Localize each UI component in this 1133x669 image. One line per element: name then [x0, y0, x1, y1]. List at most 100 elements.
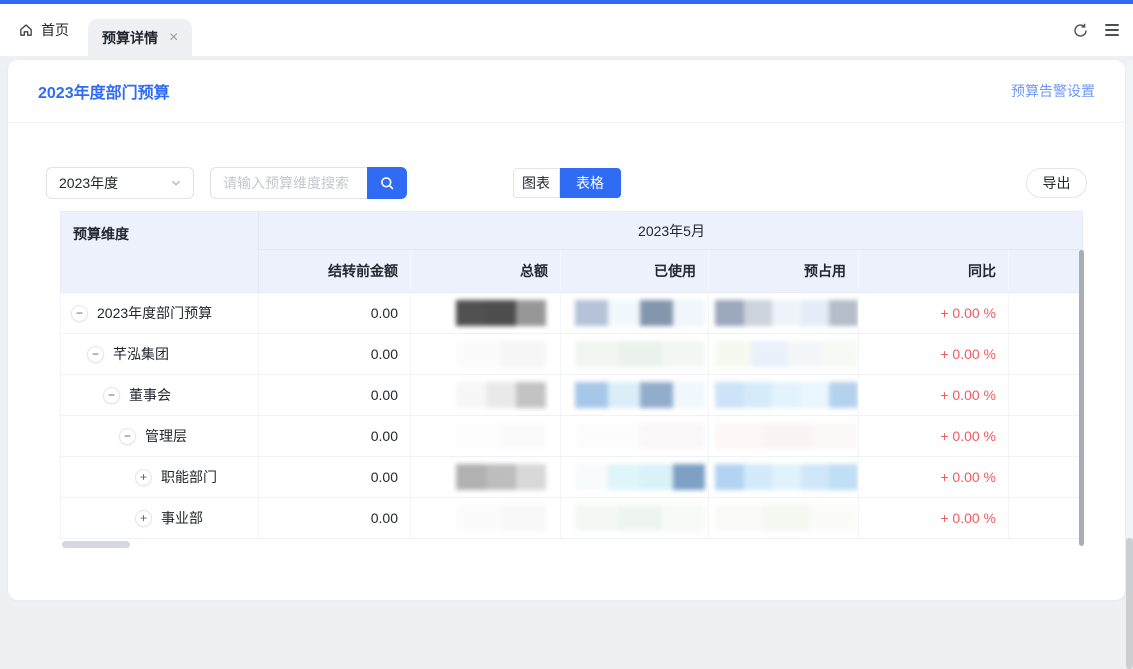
redacted-value [575, 464, 705, 490]
collapse-toggle-icon[interactable]: − [119, 428, 136, 445]
dimension-cell: + 职能部门 [61, 457, 259, 497]
carryover-amount: 0.00 [259, 498, 411, 538]
yoy-value: + 0.00 % [859, 293, 1009, 333]
empty-cell [1009, 416, 1084, 456]
table-row: −管理层0.00+ 0.00 % [61, 416, 1082, 457]
redacted-cell [411, 416, 561, 456]
row-label: 董事会 [129, 385, 171, 405]
redacted-cell [411, 375, 561, 415]
table-header: 预算维度 2023年5月 结转前金额 总额 已使用 预占用 同比 [60, 211, 1083, 293]
redacted-value [575, 382, 705, 408]
redacted-value [715, 464, 858, 490]
redacted-value [456, 382, 546, 408]
close-icon[interactable]: × [169, 30, 178, 46]
redacted-value [575, 505, 705, 531]
column-header-extra [1009, 250, 1084, 292]
column-group-header-month: 2023年5月 [259, 212, 1084, 250]
column-header-dimension: 预算维度 [61, 212, 259, 292]
collapse-toggle-icon[interactable]: − [71, 305, 88, 322]
year-select-value: 2023年度 [59, 173, 118, 193]
filter-toolbar: 2023年度 图表 表格 导出 [46, 167, 1087, 199]
dimension-cell: −管理层 [61, 416, 259, 456]
yoy-value: + 0.00 % [859, 334, 1009, 374]
empty-cell [1009, 293, 1084, 333]
redacted-cell [709, 457, 859, 497]
redacted-cell [709, 375, 859, 415]
menu-icon[interactable] [1105, 24, 1119, 36]
redacted-cell [411, 498, 561, 538]
table-row: −2023年度部门预算0.00 + 0.00 % [61, 293, 1082, 334]
redacted-cell [561, 293, 709, 333]
row-label: 管理层 [145, 426, 187, 446]
budget-alert-settings-link[interactable]: 预算告警设置 [1011, 81, 1095, 101]
redacted-value [456, 505, 546, 531]
redacted-value [575, 300, 705, 326]
search-icon [379, 175, 396, 192]
view-toggle-chart[interactable]: 图表 [513, 168, 560, 198]
search-group [210, 167, 407, 199]
table-row: −芊泓集团0.00 + 0.00 % [61, 334, 1082, 375]
redacted-cell [561, 416, 709, 456]
expand-toggle-icon[interactable]: + [135, 469, 152, 486]
redacted-cell [561, 375, 709, 415]
redacted-cell [561, 457, 709, 497]
dimension-cell: −2023年度部门预算 [61, 293, 259, 333]
tab-budget-detail[interactable]: 预算详情 × [88, 19, 192, 56]
tab-bar: 首页 预算详情 × [0, 4, 1133, 56]
view-toggle-table[interactable]: 表格 [560, 168, 621, 198]
carryover-amount: 0.00 [259, 416, 411, 456]
row-label: 职能部门 [161, 467, 217, 487]
collapse-toggle-icon[interactable]: − [87, 346, 104, 363]
redacted-value [456, 341, 546, 367]
redacted-value [715, 341, 858, 367]
refresh-icon[interactable] [1072, 22, 1089, 39]
redacted-cell [709, 498, 859, 538]
budget-card: 2023年度部门预算 预算告警设置 2023年度 图表 表格 [8, 60, 1125, 600]
table-row: + 职能部门 0.00 + 0.00 % [61, 457, 1082, 498]
carryover-amount: 0.00 [259, 375, 411, 415]
column-header-used: 已使用 [561, 250, 709, 292]
chevron-down-icon [169, 176, 183, 190]
redacted-value [715, 382, 858, 408]
year-select[interactable]: 2023年度 [46, 167, 194, 199]
column-header-total: 总额 [411, 250, 561, 292]
table-row: −董事会0.00+ 0.00 % [61, 375, 1082, 416]
redacted-cell [561, 334, 709, 374]
dimension-cell: −芊泓集团 [61, 334, 259, 374]
empty-cell [1009, 457, 1084, 497]
redacted-value [456, 423, 546, 449]
redacted-value [575, 341, 705, 367]
carryover-amount: 0.00 [259, 457, 411, 497]
dimension-cell: + 事业部 [61, 498, 259, 538]
redacted-cell [561, 498, 709, 538]
redacted-cell [709, 334, 859, 374]
page-scrollbar-thumb[interactable] [1126, 538, 1133, 669]
yoy-value: + 0.00 % [859, 416, 1009, 456]
empty-cell [1009, 375, 1084, 415]
redacted-value [456, 300, 546, 326]
tab-home-label: 首页 [41, 20, 69, 40]
tab-home[interactable]: 首页 [18, 4, 69, 56]
tab-budget-detail-label: 预算详情 [102, 28, 158, 48]
collapse-toggle-icon[interactable]: − [103, 387, 120, 404]
carryover-amount: 0.00 [259, 334, 411, 374]
search-input[interactable] [210, 167, 367, 199]
redacted-cell [709, 293, 859, 333]
view-toggle: 图表 表格 [513, 168, 621, 198]
yoy-value: + 0.00 % [859, 457, 1009, 497]
horizontal-scrollbar-thumb[interactable] [62, 541, 130, 548]
column-header-occupied: 预占用 [709, 250, 859, 292]
page-title: 2023年度部门预算 [38, 79, 170, 103]
column-header-carryover: 结转前金额 [259, 250, 411, 292]
redacted-value [715, 300, 858, 326]
row-label: 事业部 [161, 508, 203, 528]
expand-toggle-icon[interactable]: + [135, 510, 152, 527]
carryover-amount: 0.00 [259, 293, 411, 333]
redacted-value [456, 464, 546, 490]
card-header: 2023年度部门预算 预算告警设置 [8, 60, 1125, 123]
column-header-yoy: 同比 [859, 250, 1009, 292]
vertical-scrollbar-thumb[interactable] [1079, 250, 1084, 546]
search-button[interactable] [367, 167, 407, 199]
export-button[interactable]: 导出 [1026, 168, 1087, 198]
redacted-cell [411, 457, 561, 497]
